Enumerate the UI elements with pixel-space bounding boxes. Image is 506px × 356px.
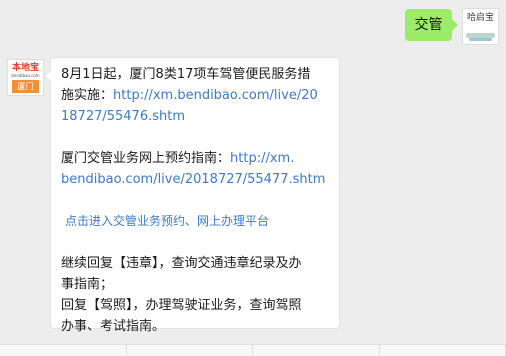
reply-text: 8月1日起，厦门8类17项车驾管便民服务措	[61, 64, 339, 85]
bot-avatar-city-badge: 厦门	[12, 80, 39, 93]
blank-line	[61, 127, 339, 148]
blank-line	[61, 190, 339, 211]
user-avatar-text: 哈启宝	[463, 13, 498, 23]
user-message-bubble[interactable]: 交管	[405, 9, 452, 41]
reply-link-1[interactable]: http://xm.bendibao.com/live/20	[113, 88, 318, 103]
bot-avatar-site: bendibao.com	[8, 73, 43, 78]
menu-tab[interactable]	[0, 345, 127, 356]
menu-tab[interactable]	[380, 345, 506, 356]
reply-link-2[interactable]: http://xm.	[230, 151, 294, 166]
avatar-water-icon	[469, 38, 492, 41]
traffic-service-platform-link[interactable]: 点击进入交管业务预约、网上办理平台	[61, 211, 339, 232]
reply-line: 厦门交管业务网上预约指南：http://xm.	[61, 148, 339, 169]
menu-tab[interactable]	[127, 345, 254, 356]
blank-line	[61, 232, 339, 253]
reply-line: 施实施：http://xm.bendibao.com/live/20	[61, 85, 339, 106]
reply-text: 施实施：	[61, 88, 113, 103]
bot-avatar-brand: 本地宝	[8, 63, 43, 73]
reply-link-1-cont[interactable]: 18727/55476.shtm	[61, 106, 339, 127]
reply-text: 办事、考试指南。	[61, 316, 339, 337]
reply-text: 厦门交管业务网上预约指南：	[61, 151, 230, 166]
reply-text: 回复【驾照】，办理驾驶证业务，查询驾照	[61, 295, 339, 316]
bot-avatar[interactable]: 本地宝 bendibao.com 厦门	[7, 59, 44, 96]
bot-reply-bubble: 8月1日起，厦门8类17项车驾管便民服务措 施实施：http://xm.bend…	[50, 57, 340, 329]
bottom-menu-bar	[0, 344, 506, 356]
menu-tab[interactable]	[253, 345, 380, 356]
reply-link-2-cont[interactable]: bendibao.com/live/2018727/55477.shtm	[61, 169, 339, 190]
reply-text: 继续回复【违章】，查询交通违章纪录及办	[61, 253, 339, 274]
user-avatar[interactable]: 哈启宝	[462, 8, 499, 45]
reply-text: 事指南；	[61, 274, 339, 295]
